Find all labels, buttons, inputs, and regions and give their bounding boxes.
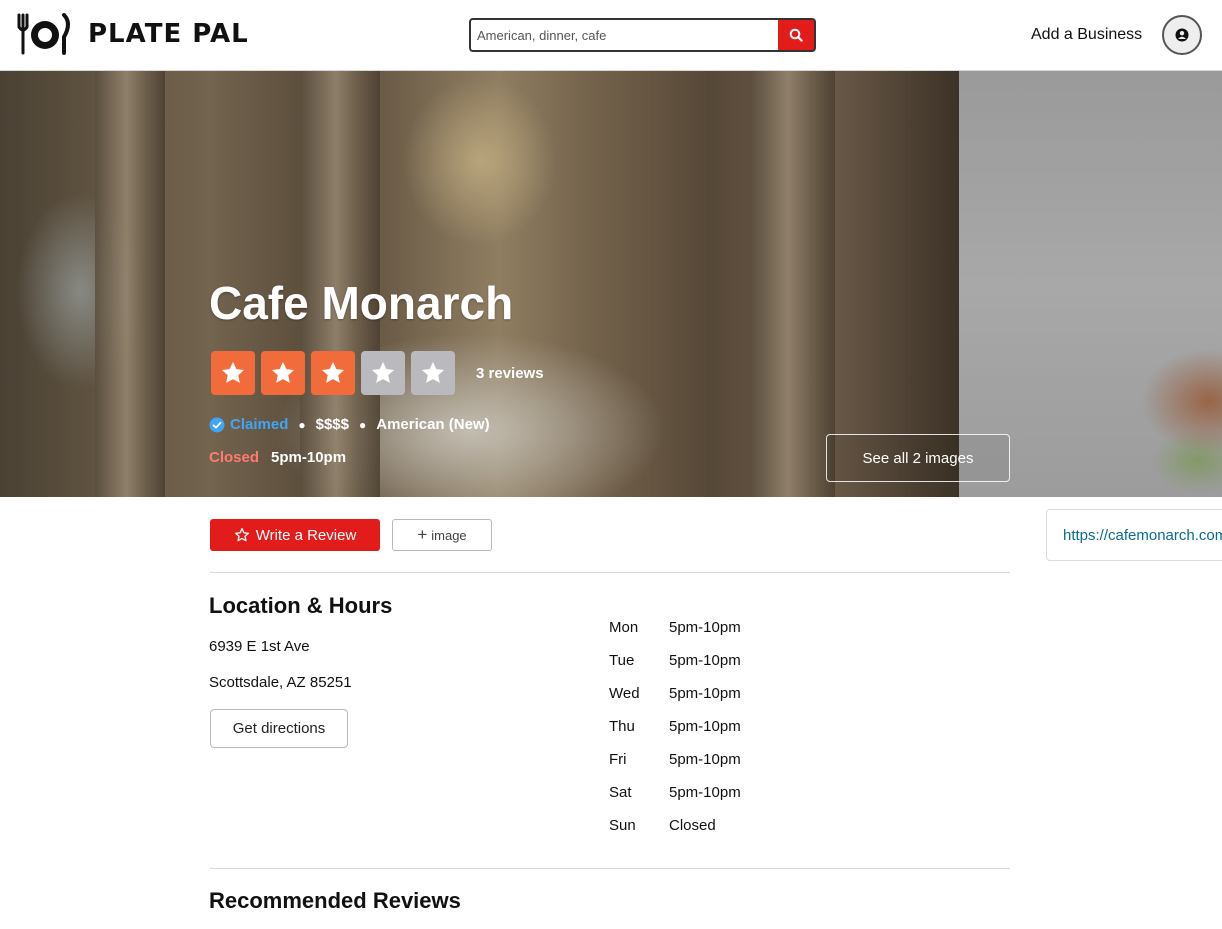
hours-row: Sat 5pm-10pm [609, 776, 741, 809]
check-circle-icon [209, 417, 225, 432]
hours-row: Fri 5pm-10pm [609, 743, 741, 776]
hours-row: Mon 5pm-10pm [609, 611, 741, 644]
business-meta: Claimed ● $$$$ ● American (New) [209, 416, 490, 433]
brand-name: PLATE PAL [88, 19, 249, 49]
write-review-button[interactable]: Write a Review [210, 519, 380, 551]
star-icon [261, 351, 305, 395]
hours-today: 5pm-10pm [271, 449, 347, 466]
add-business-link[interactable]: Add a Business [1031, 26, 1142, 44]
photo-pillar [95, 71, 165, 497]
top-navigation-bar: PLATE PAL Add a Business [0, 0, 1222, 71]
website-link[interactable]: https://cafemonarch.com [1063, 527, 1222, 544]
business-name: Cafe Monarch [209, 277, 514, 329]
search-input[interactable] [469, 18, 778, 52]
hours-row: Tue 5pm-10pm [609, 644, 741, 677]
hours-time: 5pm-10pm [669, 652, 741, 669]
hours-table: Mon 5pm-10pm Tue 5pm-10pm Wed 5pm-10pm Thu 5… [609, 611, 741, 842]
review-count[interactable]: 3 reviews [476, 365, 544, 382]
photo-pillar [750, 71, 835, 497]
section-divider [210, 572, 1010, 573]
current-hours: Closed 5pm-10pm [209, 449, 346, 466]
address-line-2: Scottsdale, AZ 85251 [209, 674, 352, 691]
section-divider [210, 868, 1010, 869]
search-bar [469, 18, 816, 52]
hours-time: Closed [669, 817, 716, 834]
plate-fork-knife-icon [17, 13, 70, 55]
get-directions-button[interactable]: Get directions [210, 709, 348, 748]
star-icon [411, 351, 455, 395]
write-review-label: Write a Review [255, 526, 357, 544]
hours-day: Sun [609, 817, 636, 834]
user-circle-icon [1175, 28, 1189, 42]
hours-row: Sun Closed [609, 809, 741, 842]
star-icon [234, 528, 249, 542]
brand-logo[interactable]: PLATE PAL [16, 12, 249, 56]
hours-row: Thu 5pm-10pm [609, 710, 741, 743]
hours-day: Fri [609, 751, 627, 768]
user-menu-button[interactable] [1162, 15, 1202, 55]
business-hero: Cafe Monarch 3 reviews Claimed ● $$$$ ● … [0, 71, 1222, 497]
add-image-label: image [431, 527, 467, 543]
separator-dot: ● [358, 417, 367, 432]
hours-time: 5pm-10pm [669, 619, 741, 636]
hours-row: Wed 5pm-10pm [609, 677, 741, 710]
star-icon [211, 351, 255, 395]
address-line-1: 6939 E 1st Ave [209, 638, 310, 655]
hours-day: Tue [609, 652, 635, 669]
claimed-label: Claimed [230, 416, 289, 433]
star-icon [311, 351, 355, 395]
hours-time: 5pm-10pm [669, 685, 741, 702]
star-icon [361, 351, 405, 395]
hours-day: Mon [609, 619, 639, 636]
price-range: $$$$ [315, 416, 349, 433]
star-rating [211, 351, 455, 395]
separator-dot: ● [298, 417, 306, 432]
hours-time: 5pm-10pm [669, 751, 741, 768]
add-image-button[interactable]: + image [392, 519, 492, 551]
hours-time: 5pm-10pm [669, 784, 741, 801]
business-category[interactable]: American (New) [376, 416, 489, 433]
claimed-badge: Claimed [209, 416, 288, 433]
website-card: https://cafemonarch.com [1046, 509, 1222, 561]
hours-day: Thu [609, 718, 635, 735]
hours-time: 5pm-10pm [669, 718, 741, 735]
location-hours-title: Location & Hours [209, 593, 393, 618]
search-button[interactable] [778, 18, 816, 52]
hours-day: Wed [609, 685, 640, 702]
plus-icon: + [417, 525, 428, 544]
recommended-reviews-title: Recommended Reviews [209, 888, 461, 913]
open-status: Closed [209, 449, 260, 466]
see-all-images-button[interactable]: See all 2 images [826, 434, 1010, 482]
hours-day: Sat [609, 784, 632, 801]
search-icon [789, 28, 803, 42]
